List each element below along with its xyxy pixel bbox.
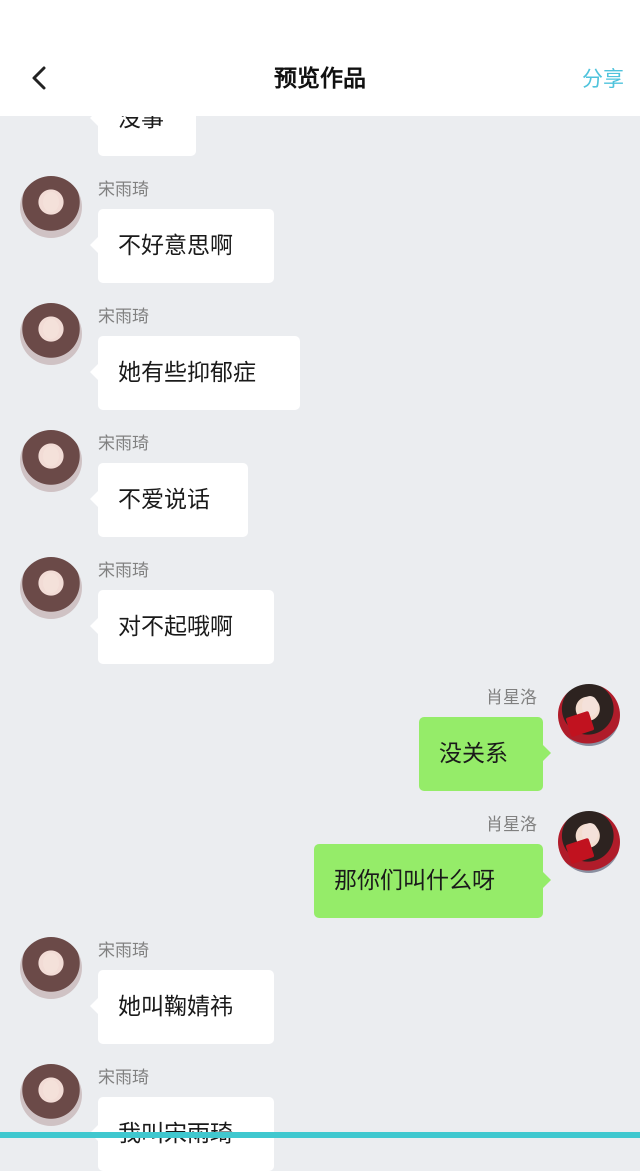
sender-name: 肖星洛: [486, 815, 537, 835]
message-bubble[interactable]: 没关系: [419, 717, 551, 791]
avatar[interactable]: [558, 811, 620, 873]
message-text: 她叫鞠婧祎: [118, 994, 233, 1020]
avatar[interactable]: [20, 430, 82, 492]
avatar[interactable]: [558, 684, 620, 746]
avatar[interactable]: [20, 176, 82, 238]
message-bubble[interactable]: 对不起哦啊: [90, 590, 274, 664]
message-bubble[interactable]: 她有些抑郁症: [90, 336, 300, 410]
sender-name: 宋雨琦: [98, 180, 149, 200]
avatar[interactable]: [20, 303, 82, 365]
bottom-accent-bar: [0, 1132, 640, 1138]
avatar[interactable]: [20, 937, 82, 999]
sender-name: 肖星洛: [486, 688, 537, 708]
message-text: 对不起哦啊: [118, 614, 233, 640]
avatar[interactable]: [20, 557, 82, 619]
message-text: 那你们叫什么呀: [334, 868, 495, 894]
message-bubble[interactable]: 不爱说话: [90, 463, 248, 537]
share-button[interactable]: 分享: [582, 62, 624, 96]
message-bubble[interactable]: 不好意思啊: [90, 209, 274, 283]
message-text: 不爱说话: [118, 487, 210, 513]
message-text: 没关系: [439, 741, 508, 767]
message-text: 她有些抑郁症: [118, 360, 256, 386]
navigation-bar: 预览作品 分享: [0, 0, 640, 116]
sender-name: 宋雨琦: [98, 434, 149, 454]
chat-area[interactable]: 没事 宋雨琦 不好意思啊 宋雨琦 她有些抑郁症 宋雨琦 不爱说话 宋雨琦 对不起…: [0, 0, 640, 1171]
sender-name: 宋雨琦: [98, 307, 149, 327]
avatar[interactable]: [20, 1064, 82, 1126]
sender-name: 宋雨琦: [98, 941, 149, 961]
sender-name: 宋雨琦: [98, 1068, 149, 1088]
page-title: 预览作品: [274, 66, 366, 92]
sender-name: 宋雨琦: [98, 561, 149, 581]
message-bubble[interactable]: 那你们叫什么呀: [314, 844, 551, 918]
message-bubble[interactable]: 她叫鞠婧祎: [90, 970, 274, 1044]
message-text: 不好意思啊: [118, 233, 233, 259]
